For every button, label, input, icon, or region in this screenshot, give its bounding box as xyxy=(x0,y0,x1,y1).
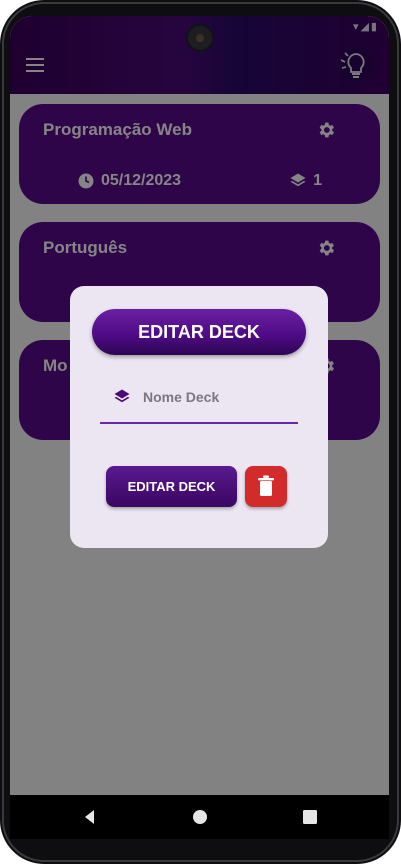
phone-frame: ▾◢▮ Programação Web 05/12/2023 1 Portugu… xyxy=(0,0,401,864)
layers-icon xyxy=(114,389,130,403)
screen: ▾◢▮ Programação Web 05/12/2023 1 Portugu… xyxy=(10,16,389,839)
back-icon[interactable] xyxy=(80,807,100,827)
deck-name-input[interactable] xyxy=(143,386,293,408)
deck-name-field xyxy=(100,382,298,424)
edit-deck-dialog: EDITAR DECK EDITAR DECK xyxy=(70,286,328,548)
system-nav-bar xyxy=(10,795,389,839)
home-icon[interactable] xyxy=(190,807,210,827)
front-camera xyxy=(188,26,212,50)
recents-icon[interactable] xyxy=(300,807,320,827)
dialog-title: EDITAR DECK xyxy=(92,309,306,355)
edit-deck-button[interactable]: EDITAR DECK xyxy=(106,466,237,507)
trash-icon xyxy=(258,475,274,496)
delete-deck-button[interactable] xyxy=(245,466,287,507)
